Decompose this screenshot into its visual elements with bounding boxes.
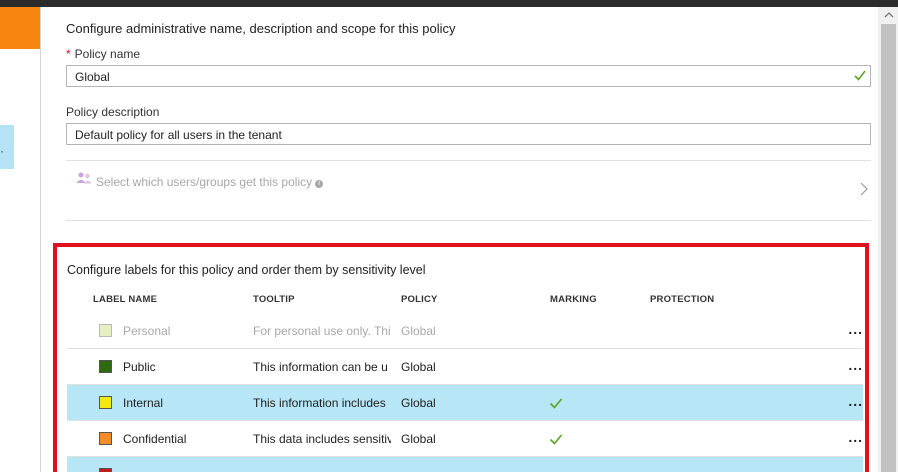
label-name-cell: Internal <box>123 396 164 410</box>
policy-description-value: Default policy for all users in the tena… <box>75 128 282 142</box>
policy-blade-content: Configure administrative name, descripti… <box>52 7 878 472</box>
window-top-bar <box>0 0 898 7</box>
select-users-label: Select which users/groups get this polic… <box>96 175 313 189</box>
scrollbar-thumb[interactable] <box>881 24 896 472</box>
label-tooltip-cell: This data includes sensitiv <box>253 432 391 446</box>
left-blade-header <box>0 7 40 49</box>
column-header-protection[interactable]: PROTECTION <box>650 294 714 305</box>
arrow-up-icon[interactable] <box>884 11 894 19</box>
policy-description-input[interactable]: Default policy for all users in the tena… <box>66 123 871 145</box>
labels-configuration-panel: Configure labels for this policy and ord… <box>53 243 869 472</box>
label-tooltip-cell: This information can be u <box>253 360 388 374</box>
marking-check-icon <box>549 434 563 445</box>
label-row[interactable]: Personal For personal use only. Thi Global… <box>67 313 863 349</box>
blade-divider <box>40 7 41 472</box>
label-row[interactable] <box>67 457 863 472</box>
left-blade: · <box>0 7 40 472</box>
policy-description-label: Policy description <box>66 105 160 119</box>
label-color-swatch <box>99 468 112 472</box>
column-header-tooltip[interactable]: TOOLTIP <box>253 294 295 305</box>
chevron-right-icon <box>860 182 868 196</box>
more-options-button[interactable]: ... <box>848 357 863 373</box>
label-color-swatch <box>99 396 112 409</box>
label-color-swatch <box>99 324 112 337</box>
label-row[interactable]: Internal This information includes Global.… <box>67 385 863 421</box>
column-header-marking[interactable]: MARKING <box>550 294 597 305</box>
select-users-groups-row[interactable]: Select which users/groups get this polic… <box>66 160 871 221</box>
policy-name-value: Global <box>75 70 110 84</box>
required-marker: * <box>66 47 71 61</box>
section-title: Configure administrative name, descripti… <box>66 21 456 36</box>
more-options-button[interactable]: ... <box>848 393 863 409</box>
label-row[interactable]: Public This information can be u Global... <box>67 349 863 385</box>
policy-name-label: * Policy name <box>66 47 140 61</box>
info-icon[interactable]: i <box>315 180 324 188</box>
label-tooltip-cell: For personal use only. Thi <box>253 324 391 338</box>
label-policy-cell: Global <box>401 396 436 410</box>
select-users-text: Select which users/groups get this polic… <box>96 175 324 189</box>
policy-name-input[interactable]: Global <box>66 65 871 87</box>
marking-check-icon <box>549 398 563 409</box>
label-row[interactable]: Confidential This data includes sensitiv G… <box>67 421 863 457</box>
more-options-button[interactable]: ... <box>848 429 863 445</box>
label-policy-cell: Global <box>401 360 436 374</box>
policy-name-label-text: Policy name <box>74 47 141 61</box>
label-color-swatch <box>99 360 112 373</box>
check-icon <box>854 70 866 81</box>
label-color-swatch <box>99 432 112 445</box>
column-header-label-name[interactable]: LABEL NAME <box>93 294 157 305</box>
users-icon <box>76 172 92 184</box>
column-header-policy[interactable]: POLICY <box>401 294 438 305</box>
label-tooltip-cell: This information includes <box>253 396 386 410</box>
left-blade-item-marker: · <box>0 144 4 158</box>
label-name-cell: Confidential <box>123 432 187 446</box>
more-options-button[interactable]: ... <box>848 321 863 337</box>
labels-section-title: Configure labels for this policy and ord… <box>67 263 426 277</box>
label-name-cell: Public <box>123 360 156 374</box>
label-name-cell: Personal <box>123 324 171 338</box>
label-policy-cell: Global <box>401 432 436 446</box>
label-policy-cell: Global <box>401 324 436 338</box>
